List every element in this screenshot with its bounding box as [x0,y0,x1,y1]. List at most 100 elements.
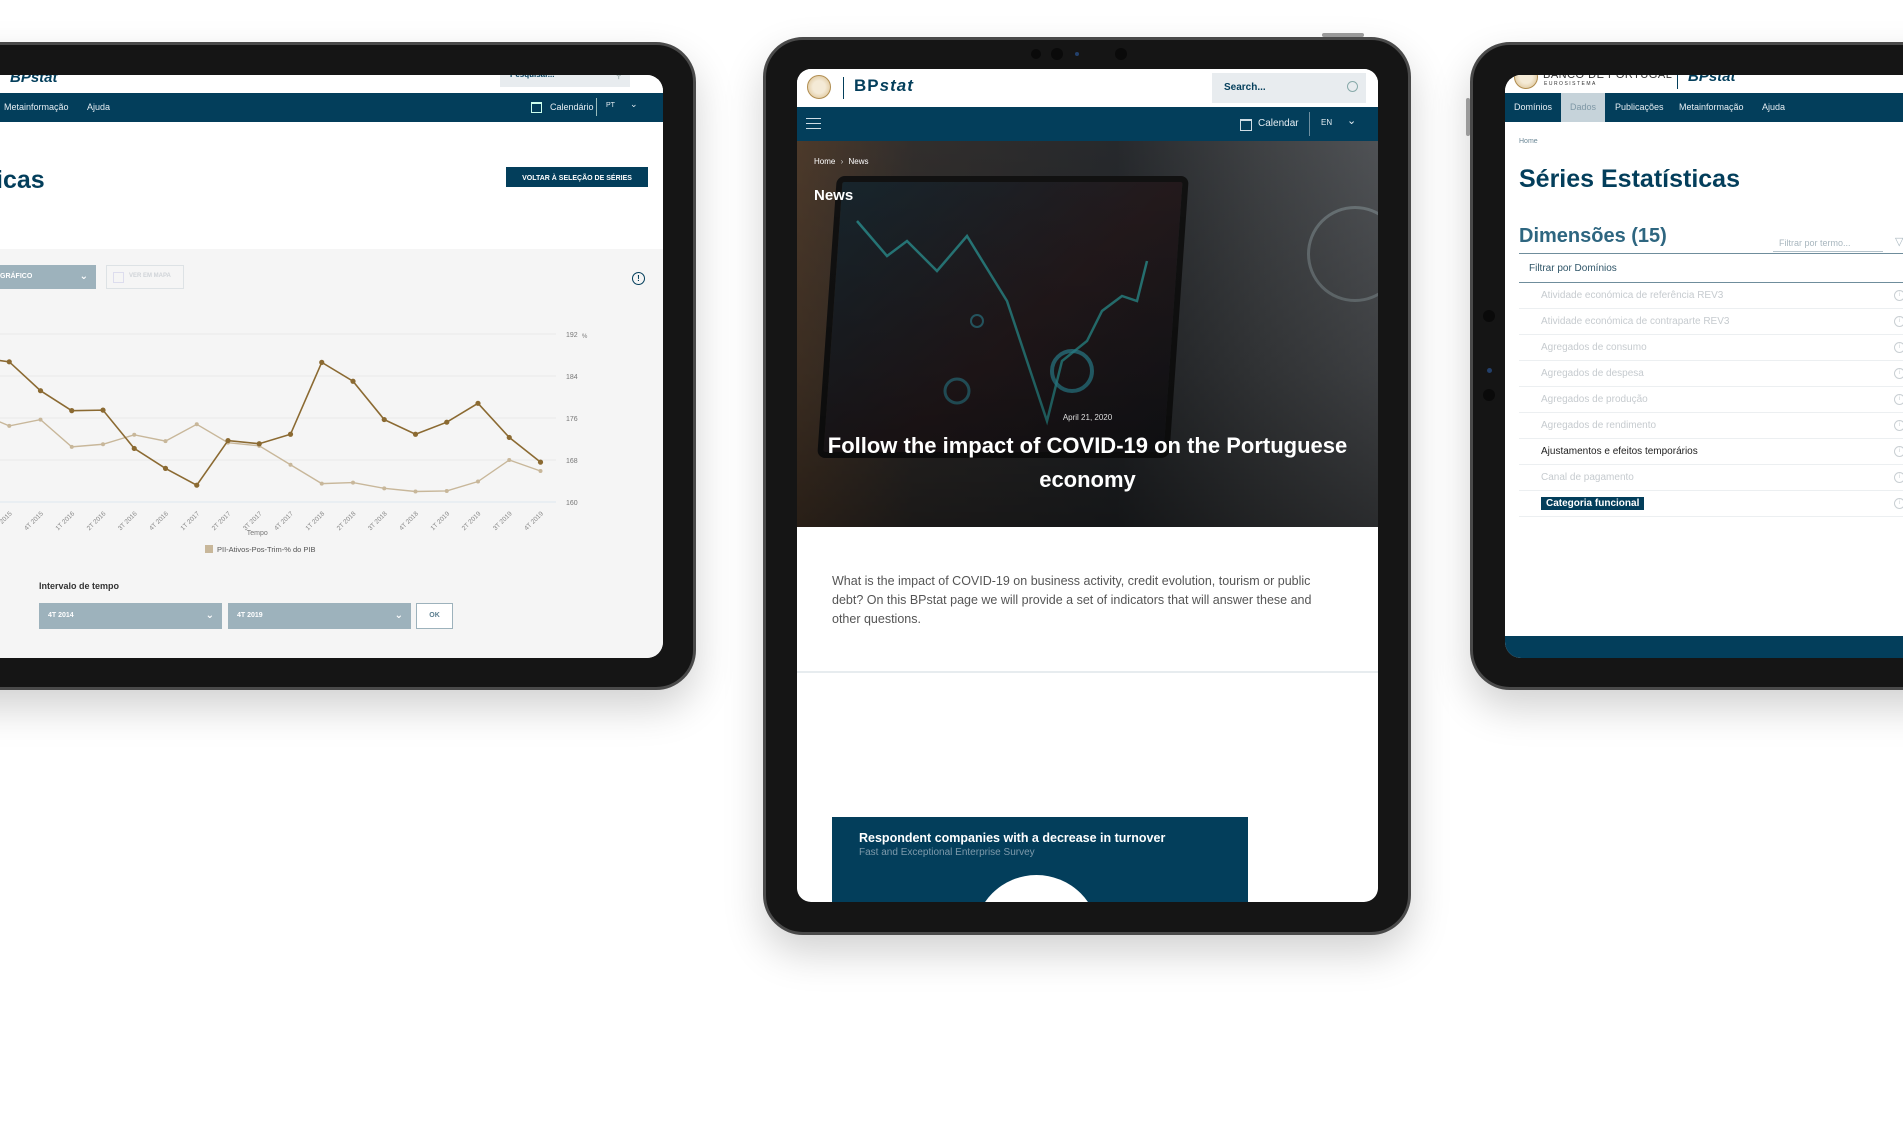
breadcrumb-news[interactable]: News [848,157,868,166]
info-icon[interactable]: i [1894,316,1903,327]
data-point [444,419,450,425]
y-axis-unit: % [582,334,588,340]
x-tick-label: 4T 2017 [273,510,295,532]
sensor-icon [1051,48,1063,60]
info-icon[interactable]: i [1894,290,1903,301]
data-point [101,442,105,447]
breadcrumb-home[interactable]: Home [1519,138,1538,145]
x-tick-label: 4T 2016 [148,510,170,532]
logo-divider [1677,75,1678,89]
info-icon[interactable]: i [1894,446,1903,457]
dimensions-title: Dimensões (15) [1519,225,1667,247]
x-tick-label: 4T 2018 [398,510,420,532]
bank-logo-icon [1514,75,1538,89]
data-point [475,400,481,406]
info-icon[interactable]: i [1894,394,1903,405]
bank-logo-icon [807,75,831,99]
article-date: April 21, 2020 [1062,413,1113,422]
y-tick-label: 184 [566,374,578,381]
logo-divider [843,77,844,99]
list-item[interactable]: Ajustamentos e efeitos temporários i [1519,439,1903,465]
data-point [38,417,43,422]
list-item-selected[interactable]: Categoria funcional i [1519,491,1903,517]
chevron-right-icon: › [840,157,844,166]
info-icon[interactable]: i [1894,498,1903,509]
list-item: Canal de pagamento i [1519,465,1903,491]
breadcrumb: Home › News [814,157,869,166]
page-title: Séries Estatísticas [1519,165,1740,193]
y-tick-label: 176 [566,416,578,423]
series-line [0,418,541,493]
sensor-icon [1115,48,1127,60]
list-item: Agregados de produção i [1519,387,1903,413]
breadcrumb-home[interactable]: Home [814,157,835,166]
center-header: BPstat Search... [797,69,1378,107]
chevron-down-icon: ⌄ [394,610,403,621]
legend-label: PII-Ativos-Pos-Trim-% do PIB [217,545,316,554]
info-icon[interactable]: i [1894,342,1903,353]
sensor-icon [1483,310,1495,322]
camera-icon [1487,368,1492,373]
ok-button[interactable]: OK [416,603,453,629]
left-tablet-screen: BPstat Pesquisar... ⚲ Metainformação Aju… [0,75,663,658]
data-point [132,432,137,437]
sensor-icon [1031,49,1041,59]
nav-dados-active[interactable]: Dados [1561,93,1605,122]
article-intro: What is the impact of COVID-19 on busine… [832,574,1312,626]
time-interval-label: Intervalo de tempo [39,581,120,591]
data-point [194,422,199,427]
start-period-select[interactable]: 4T 2014 ⌄ [39,603,222,629]
data-point [412,431,419,437]
data-point [319,481,324,486]
list-item: Atividade económica de contraparte REV3 i [1519,309,1903,335]
indicator-card[interactable]: Respondent companies with a decrease in … [832,817,1248,902]
nav-publicacoes[interactable]: Publicações [1615,102,1664,112]
info-icon[interactable]: i [1894,472,1903,483]
bpstat-logo: BPstat [854,76,914,95]
legend-swatch [205,545,213,553]
center-top-button [1322,33,1364,37]
x-tick-label: 1T 2018 [304,510,326,532]
data-point [288,462,293,467]
camera-icon [1075,52,1079,56]
data-point [69,408,75,414]
filter-funnel-icon[interactable]: ▽ [1895,235,1903,248]
hamburger-menu-icon[interactable] [806,118,821,129]
list-item: Agregados de rendimento i [1519,413,1903,439]
calendar-icon [1240,119,1252,131]
bpstat-logo: BPstat [1688,75,1736,85]
dimensions-list: Atividade económica de referência REV3 i … [1505,283,1903,523]
end-period-select[interactable]: 4T 2019 ⌄ [228,603,411,629]
x-tick-label: 3T 2018 [367,510,389,532]
x-tick-label: 3T 2016 [117,510,139,532]
info-icon[interactable]: i [1894,420,1903,431]
center-nav: Calendar EN ⌄ [797,107,1378,141]
sensor-icon [1483,389,1495,401]
data-point [225,437,231,444]
lang-select[interactable]: EN [1321,118,1332,127]
calendar-link[interactable]: Calendar [1258,118,1299,129]
gauge-chart [974,875,1099,902]
data-point [538,469,543,474]
x-tick-label: 1T 2016 [54,510,76,532]
domain-filter-select[interactable]: Filtrar por Domínios ⌄ [1519,255,1903,283]
x-tick-label: 4T 2015 [23,510,45,532]
center-tablet-screen: BPstat Search... Calendar EN ⌄ Home › Ne… [797,69,1378,902]
filter-term-input[interactable]: Filtrar por termo... [1773,235,1883,252]
x-tick-label: 3T 2019 [492,510,514,532]
x-tick-label: 3T 2017 [242,510,264,532]
data-point [162,465,169,471]
x-tick-label: 2T 2019 [461,510,483,532]
nav-metainformacao[interactable]: Metainformação [1679,102,1744,112]
nav-ajuda[interactable]: Ajuda [1762,102,1785,112]
search-input[interactable]: Search... [1212,73,1366,103]
info-icon[interactable]: i [1894,368,1903,379]
y-tick-label: 160 [566,500,578,507]
chevron-down-icon[interactable]: ⌄ [1347,114,1356,127]
card-title: Respondent companies with a decrease in … [859,831,1166,845]
data-point [381,416,387,423]
data-point [163,439,168,444]
nav-dominios[interactable]: Domínios [1514,102,1552,112]
data-point [476,479,480,484]
search-icon[interactable] [1347,81,1358,92]
